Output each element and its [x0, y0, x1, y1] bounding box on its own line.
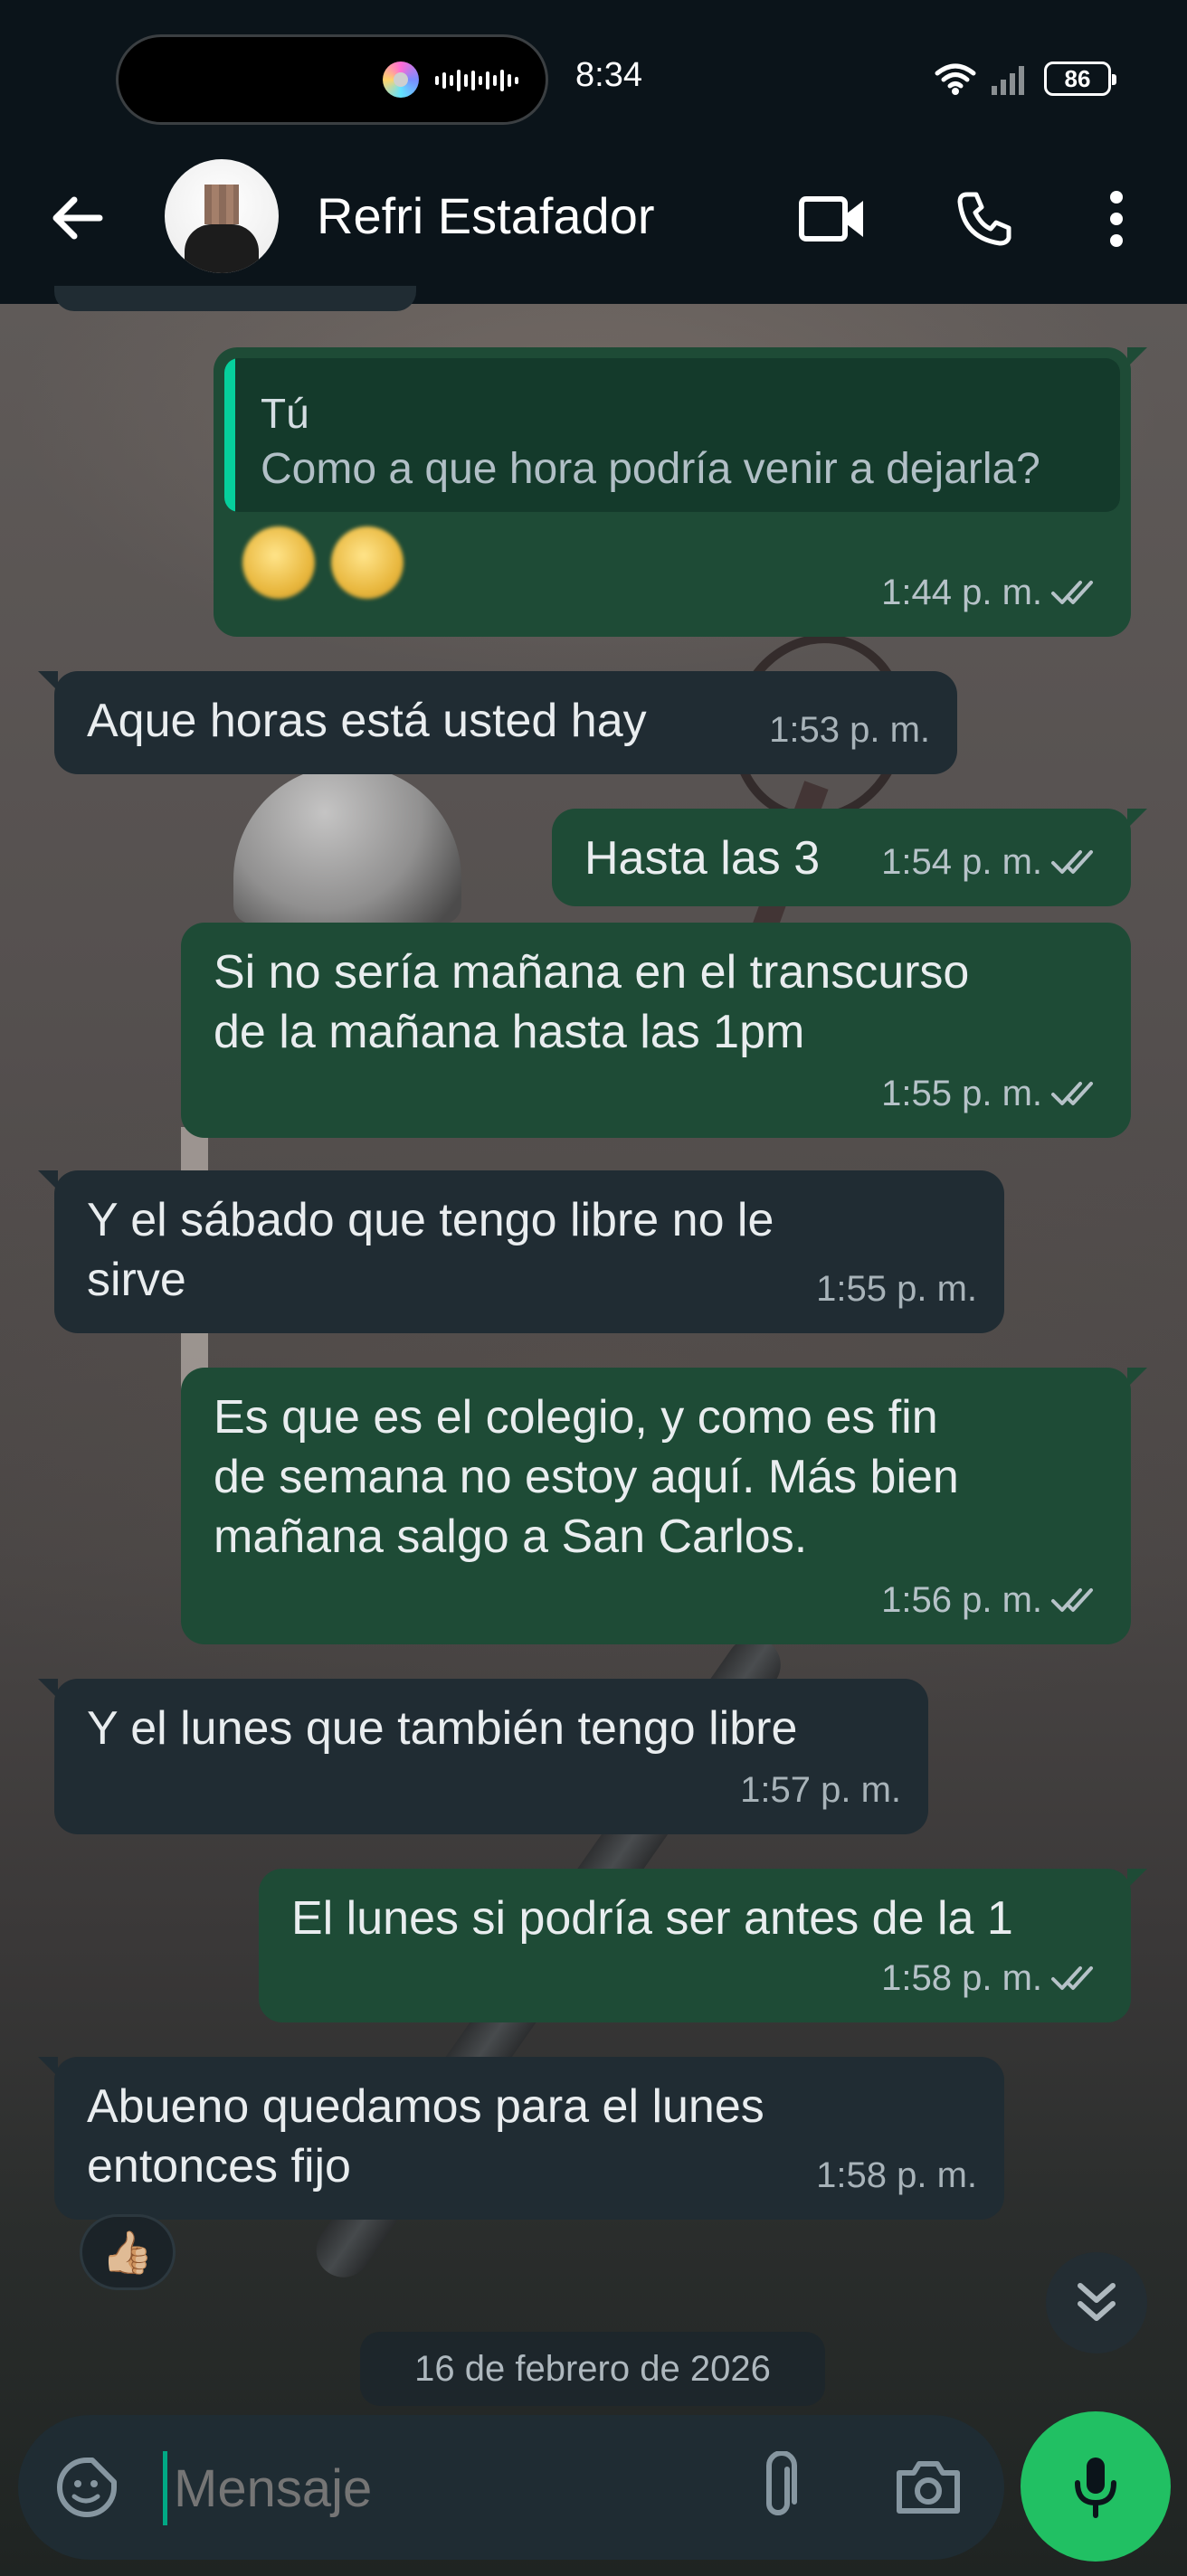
message-bubble-incoming[interactable]: Aque horas está usted hay 1:53 p. m. [38, 671, 957, 774]
chat-header: Refri Estafador [0, 159, 1187, 304]
message-time: 1:55 p. m. [816, 1269, 977, 1309]
dynamic-island [116, 34, 548, 125]
message-text-line: Es que es el colegio, y como es fin [214, 1391, 938, 1444]
video-call-button[interactable] [796, 183, 869, 255]
message-text-line: Si no sería mañana en el transcurso [214, 946, 970, 999]
message-text: Y el lunes que también tengo libre [87, 1702, 798, 1755]
message-meta: 1:55 p. m. [816, 1259, 977, 1319]
bubble-tail [38, 2057, 58, 2077]
video-camera-icon [799, 196, 863, 242]
chat-screen: 8:34 86 Refri Estafador Tú Como a que ho… [0, 0, 1187, 2576]
thinking-emoji-icon [331, 526, 404, 599]
battery-indicator: 86 [1044, 62, 1116, 96]
arrow-left-icon [52, 196, 103, 240]
camera-icon [897, 2461, 960, 2514]
message-time: 1:53 p. m. [769, 710, 930, 750]
message-meta: 1:54 p. m. [881, 832, 1104, 892]
status-bar: 8:34 86 [0, 0, 1187, 159]
message-meta: 1:56 p. m. [881, 1570, 1104, 1630]
status-time: 8:34 [575, 56, 642, 94]
avatar-pixelated-face [204, 185, 239, 224]
message-time: 1:55 p. m. [881, 1074, 1042, 1113]
bubble-tail [1127, 1368, 1147, 1387]
message-text-line: Y el sábado que tengo libre no le [87, 1194, 774, 1246]
audio-wave-icon [435, 69, 518, 92]
assistant-orb-icon [383, 62, 419, 98]
message-time: 1:57 p. m. [740, 1770, 901, 1810]
back-button[interactable] [45, 186, 109, 250]
message-meta: 1:55 p. m. [881, 1064, 1104, 1123]
message-meta: 1:57 p. m. [740, 1760, 901, 1820]
double-check-icon [1051, 581, 1093, 604]
bubble-tail [38, 1170, 58, 1190]
avatar-body [185, 224, 259, 273]
text-cursor [163, 2451, 167, 2525]
quoted-text: Como a que hora podría venir a dejarla? [261, 445, 1040, 493]
scroll-to-bottom-button[interactable] [1046, 2252, 1147, 2353]
camera-button[interactable] [892, 2451, 964, 2524]
bubble-tail [38, 1679, 58, 1699]
message-list[interactable]: Tú Como a que hora podría venir a dejarl… [0, 286, 1187, 2375]
message-bubble-outgoing[interactable]: Tú Como a que hora podría venir a dejarl… [214, 347, 1147, 637]
double-check-icon [1051, 1966, 1093, 1990]
double-check-icon [1051, 850, 1093, 874]
double-check-icon [1051, 1588, 1093, 1612]
signal-icon [992, 66, 1024, 95]
thinking-emoji-icon [242, 526, 315, 599]
message-meta: 1:53 p. m. [769, 700, 930, 760]
message-bubble-outgoing[interactable]: Hasta las 3 1:54 p. m. [552, 809, 1147, 906]
message-bubble-outgoing[interactable]: Si no sería mañana en el transcurso de l… [181, 923, 1131, 1138]
bubble-tail [1127, 1869, 1147, 1889]
message-time: 1:56 p. m. [881, 1580, 1042, 1620]
message-bubble-incoming[interactable]: Abueno quedamos para el lunes entonces f… [38, 2057, 1004, 2220]
message-input[interactable] [174, 2458, 717, 2519]
message-text-line: de la mañana hasta las 1pm [214, 1006, 805, 1058]
quoted-author: Tú [261, 390, 309, 437]
message-meta: 1:58 p. m. [881, 1948, 1104, 2008]
wifi-icon [935, 63, 976, 95]
sticker-button[interactable] [51, 2451, 123, 2524]
more-vertical-icon [1110, 191, 1123, 247]
message-time: 1:54 p. m. [881, 842, 1042, 882]
sticker-icon [57, 2458, 117, 2517]
message-bubble-outgoing[interactable]: El lunes si podría ser antes de la 1 1:5… [259, 1869, 1147, 2022]
double-check-icon [1051, 1082, 1093, 1105]
message-composer[interactable] [18, 2415, 1004, 2560]
message-bubble-incoming[interactable]: Y el sábado que tengo libre no le sirve … [38, 1170, 1004, 1333]
paperclip-icon [766, 2451, 797, 2515]
bubble-tail [1127, 809, 1147, 829]
message-bubble-outgoing[interactable]: Es que es el colegio, y como es fin de s… [181, 1368, 1147, 1644]
phone-icon [957, 192, 1011, 246]
status-icons: 86 [934, 56, 1116, 101]
message-text: El lunes si podría ser antes de la 1 [291, 1892, 1013, 1945]
message-time: 1:58 p. m. [881, 1958, 1042, 1998]
microphone-icon [1075, 2458, 1116, 2518]
quoted-message[interactable]: Tú Como a que hora podría venir a dejarl… [224, 358, 1120, 512]
message-meta: 1:58 p. m. [816, 2145, 977, 2205]
contact-name[interactable]: Refri Estafador [317, 186, 655, 245]
message-text-line: mañana salgo a San Carlos. [214, 1511, 808, 1563]
bubble-tail [38, 671, 58, 691]
message-text-line: Abueno quedamos para el lunes [87, 2080, 764, 2133]
voice-message-button[interactable] [1021, 2411, 1171, 2562]
message-bubble-partial [54, 286, 416, 311]
thumbs-up-reaction[interactable]: 👍🏼 [80, 2214, 176, 2290]
voice-call-button[interactable] [948, 183, 1021, 255]
more-options-button[interactable] [1080, 183, 1153, 255]
date-separator: 16 de febrero de 2026 [360, 2332, 825, 2406]
contact-avatar[interactable] [165, 159, 279, 273]
message-meta: 1:44 p. m. [881, 563, 1104, 622]
chevrons-down-icon [1078, 2283, 1116, 2321]
message-bubble-incoming[interactable]: Y el lunes que también tengo libre 1:57 … [38, 1679, 928, 1834]
bubble-tail [1127, 347, 1147, 367]
message-time: 1:44 p. m. [881, 573, 1042, 612]
attach-button[interactable] [742, 2451, 814, 2524]
message-text-line: de semana no estoy aquí. Más bien [214, 1451, 959, 1503]
message-time: 1:58 p. m. [816, 2155, 977, 2195]
